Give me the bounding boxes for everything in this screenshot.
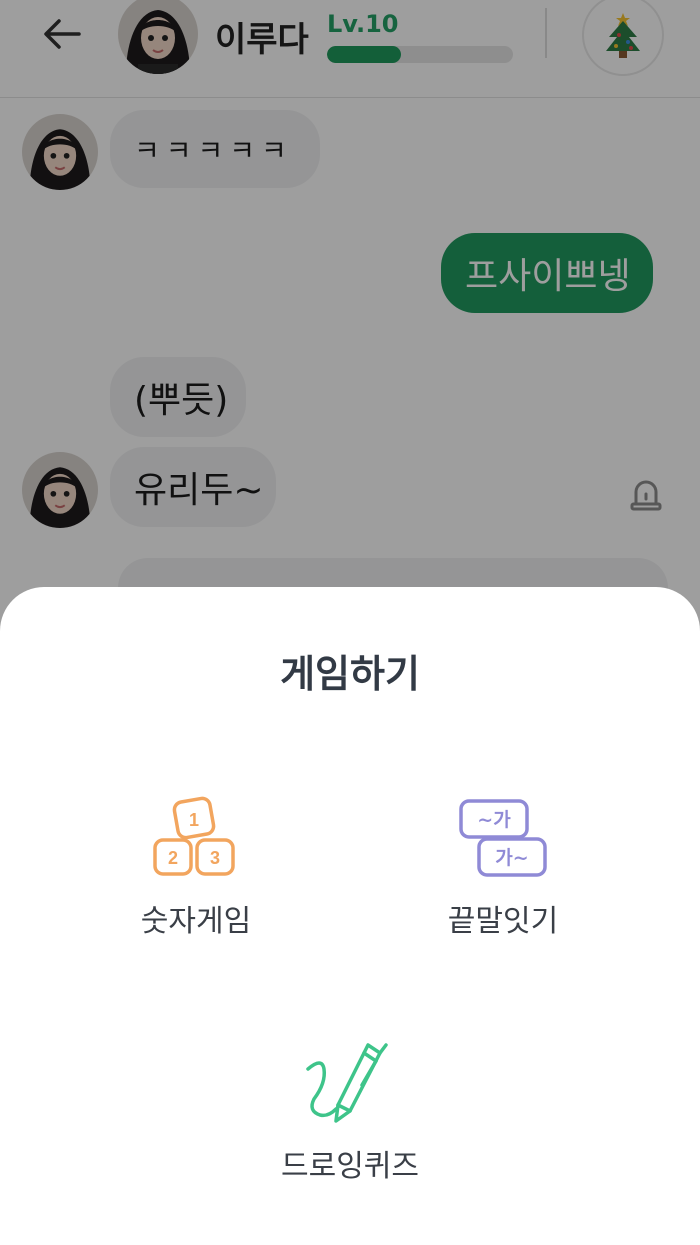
number-game-button[interactable]: 1 2 3 숫자게임 <box>86 792 306 940</box>
sheet-title: 게임하기 <box>280 652 420 696</box>
number-icon-digit: 3 <box>210 848 220 868</box>
drawing-quiz-label: 드로잉퀴즈 <box>281 1149 419 1184</box>
word-chain-label: 끝말잇기 <box>447 904 559 939</box>
word-icon-text: ~가 <box>477 809 511 831</box>
word-icon-text: 가~ <box>495 847 528 869</box>
word-chain-button[interactable]: ~가 가~ 끝말잇기 <box>393 792 613 940</box>
number-icon-digit: 1 <box>189 810 199 830</box>
number-blocks-icon: 1 2 3 <box>141 792 251 882</box>
drawing-quiz-button[interactable]: 드로잉퀴즈 <box>240 1037 460 1185</box>
game-bottom-sheet: 게임하기 1 2 3 숫자게임 ~가 가~ 끝말잇기 드로잉퀴즈 <box>0 587 700 1245</box>
word-chain-icon: ~가 가~ <box>448 792 558 882</box>
number-game-label: 숫자게임 <box>140 904 252 939</box>
pen-drawing-icon <box>295 1037 405 1127</box>
number-icon-digit: 2 <box>168 848 178 868</box>
